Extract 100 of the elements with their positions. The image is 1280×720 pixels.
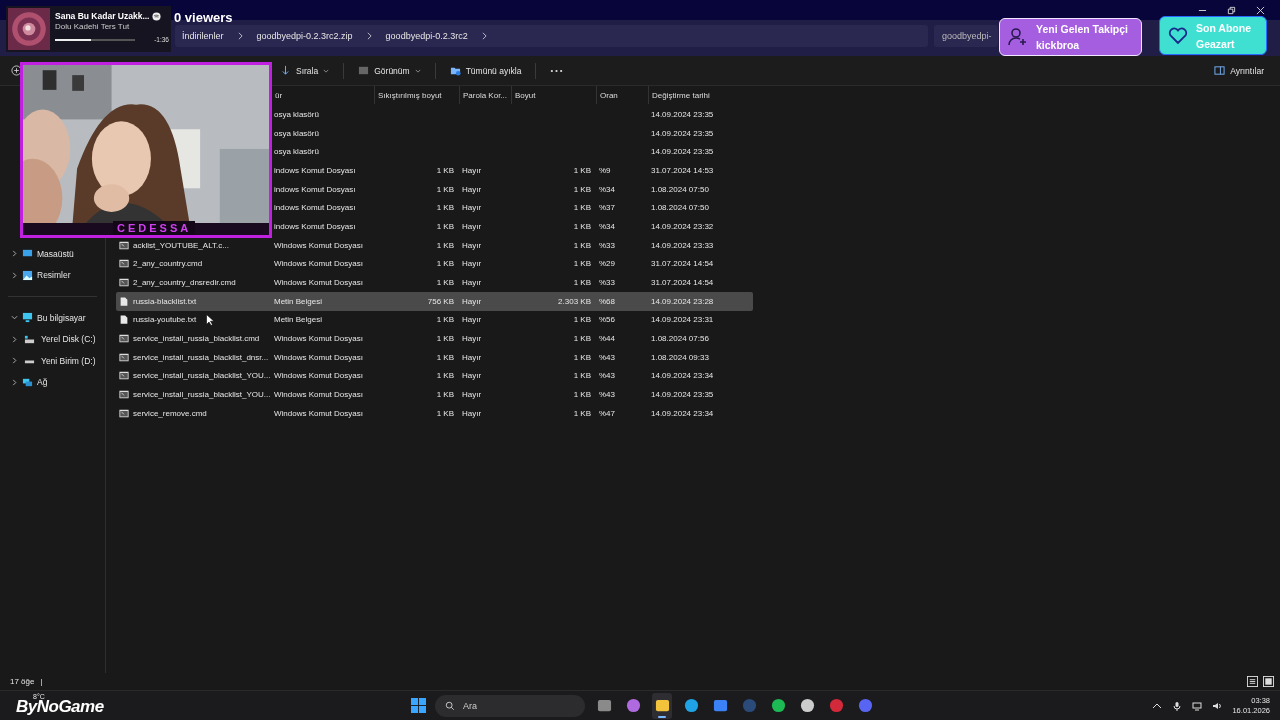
table-cell: %44 — [599, 334, 615, 344]
address-bar[interactable]: İndirilenler goodbyedpi-0.2.3rc2.zip goodbyedpi-0.2.3rc2 — [175, 25, 928, 47]
file-name[interactable]: 2_any_country.cmd — [133, 259, 203, 269]
column-header[interactable]: Boyut — [511, 86, 596, 104]
chevron-right-icon[interactable] — [11, 271, 18, 279]
follower-alert: Yeni Gelen Takipçi kickbroa — [999, 18, 1142, 56]
table-cell-text: 14.09.2024 23:35 — [650, 109, 715, 119]
more-icon[interactable] — [550, 68, 564, 73]
app-circle-icon — [741, 698, 757, 713]
app-square-icon — [654, 698, 670, 713]
sidebar-item[interactable]: Bu bilgisayar — [0, 307, 105, 329]
table-cell-text: indows Komut Dosyası — [273, 165, 357, 175]
details-button[interactable]: Ayrıntılar — [1210, 62, 1268, 79]
table-cell: %43 — [599, 352, 615, 362]
app-circle-icon — [770, 698, 786, 713]
script-file-icon — [119, 334, 129, 344]
script-file-icon — [119, 278, 129, 288]
toolbar-button[interactable]: Tümünü ayıkla — [445, 62, 526, 79]
chevron-right-icon[interactable] — [11, 357, 18, 365]
column-header[interactable]: Parola Kor... — [459, 86, 511, 104]
search-field[interactable]: goodbyedpi- — [934, 25, 998, 47]
table-cell-text: 14.09.2024 23:31 — [650, 315, 715, 325]
toolbar-button[interactable]: Sırala — [276, 62, 334, 79]
chevron-right-icon[interactable] — [11, 378, 18, 386]
sidebar-item[interactable]: Yeni Birim (D:) — [0, 350, 105, 372]
file-name[interactable]: service_install_russia_blacklist_YOU... — [133, 390, 271, 400]
song-title: Sana Bu Kadar Uzakk... — [55, 11, 150, 21]
details-pane-icon — [1214, 65, 1226, 76]
file-name[interactable]: service_install_russia_blacklist_YOU... — [133, 371, 271, 381]
file-name[interactable]: service_remove.cmd — [133, 408, 207, 418]
table-cell: 1 KB — [436, 203, 454, 213]
chevron-right-icon[interactable] — [11, 335, 18, 343]
sidebar-item[interactable]: Ağ — [0, 371, 105, 393]
table-cell-text: indows Komut Dosyası — [273, 184, 357, 194]
breadcrumb[interactable]: İndirilenler — [182, 31, 224, 41]
drive-icon — [24, 333, 35, 345]
column-header[interactable]: Oran — [596, 86, 648, 104]
network-icon — [22, 376, 33, 388]
sidebar-item[interactable]: Yerel Disk (C:) — [0, 328, 105, 350]
file-name[interactable]: russia-youtube.txt — [133, 315, 197, 325]
table-cell: Hayır — [462, 221, 482, 231]
breadcrumb[interactable]: goodbyedpi-0.2.3rc2 — [385, 31, 468, 41]
file-name[interactable]: service_install_russia_blacklist_dnsr... — [133, 352, 269, 362]
file-name[interactable]: 2_any_country_dnsredir.cmd — [133, 278, 236, 288]
app-circle-icon — [625, 698, 641, 713]
table-cell-text: Windows Komut Dosyası — [273, 240, 364, 250]
search-field[interactable]: Ara — [435, 694, 585, 717]
image-icon — [22, 269, 33, 281]
toolbar-button[interactable]: Görünüm — [354, 62, 425, 79]
table-cell-text: 14.09.2024 23:34 — [650, 408, 715, 418]
file-name[interactable]: acklist_YOUTUBE_ALT.c... — [133, 240, 229, 250]
table-cell-text: 14.09.2024 23:34 — [650, 371, 715, 381]
monitor-icon — [22, 312, 33, 324]
table-cell: 1 KB — [573, 390, 591, 400]
table-cell: Hayır — [462, 203, 482, 213]
heart-icon — [1168, 25, 1188, 46]
file-name[interactable]: russia-blacklist.txt — [133, 296, 197, 306]
restore-icon[interactable] — [1227, 5, 1236, 15]
table-cell-text: 1.08.2024 07:56 — [650, 334, 710, 344]
table-cell: 1 KB — [436, 278, 454, 288]
close-icon[interactable] — [1256, 5, 1265, 15]
speaker-icon[interactable] — [1212, 700, 1223, 711]
app-circle-icon — [828, 698, 844, 713]
mouse-cursor-icon — [206, 314, 214, 326]
breadcrumb[interactable]: goodbyedpi-0.2.3rc2.zip — [256, 31, 353, 41]
file-name[interactable]: service_install_russia_blacklist.cmd — [133, 334, 260, 344]
selected-row[interactable]: russia-blacklist.txt Metin Belgesi 756 KB Hayır 2.303 KB %68 14.09.2024 23:28 — [116, 291, 753, 311]
table-cell: Hayır — [462, 334, 482, 344]
status-separator: | — [40, 677, 43, 686]
table-cell: %56 — [599, 315, 615, 325]
taskbar-button[interactable] — [652, 692, 672, 719]
table-cell: 1 KB — [436, 315, 454, 325]
network-icon[interactable] — [1192, 700, 1203, 711]
table-cell-text: Windows Komut Dosyası — [273, 278, 364, 288]
script-file-icon — [119, 259, 129, 269]
table-cell: Hayır — [462, 315, 482, 325]
column-header[interactable]: Sıkıştırılmış boyut — [374, 86, 459, 104]
table-cell-text: Windows Komut Dosyası — [273, 390, 364, 400]
view-icon — [358, 65, 370, 76]
table-cell-text: 1.08.2024 09:33 — [650, 352, 710, 362]
table-cell: 1 KB — [573, 334, 591, 344]
start-icon[interactable] — [411, 698, 426, 713]
details-view-icon[interactable] — [1247, 676, 1258, 687]
column-header[interactable]: Değiştirme tarihi — [648, 86, 753, 104]
table-cell: Hayır — [462, 165, 482, 175]
script-file-icon — [119, 371, 129, 381]
table-cell-text: 1.08.2024 07:50 — [650, 184, 710, 194]
tiles-view-icon[interactable] — [1263, 676, 1274, 687]
table-cell-text: 14.09.2024 23:32 — [650, 221, 715, 231]
table-cell-text: 14.09.2024 23:28 — [650, 296, 715, 306]
table-cell: Hayır — [462, 390, 482, 400]
app-square-icon — [596, 698, 612, 713]
mic-icon[interactable] — [1172, 700, 1183, 711]
sidebar-item[interactable]: Masaüstü — [0, 243, 105, 265]
chevron-right-icon[interactable] — [11, 250, 18, 258]
table-cell: 756 KB — [427, 296, 454, 306]
sidebar-item[interactable]: Resimler — [0, 264, 105, 286]
table-cell: 1 KB — [573, 240, 591, 250]
app-circle-icon — [799, 698, 815, 713]
chevron-down-icon[interactable] — [11, 314, 18, 322]
